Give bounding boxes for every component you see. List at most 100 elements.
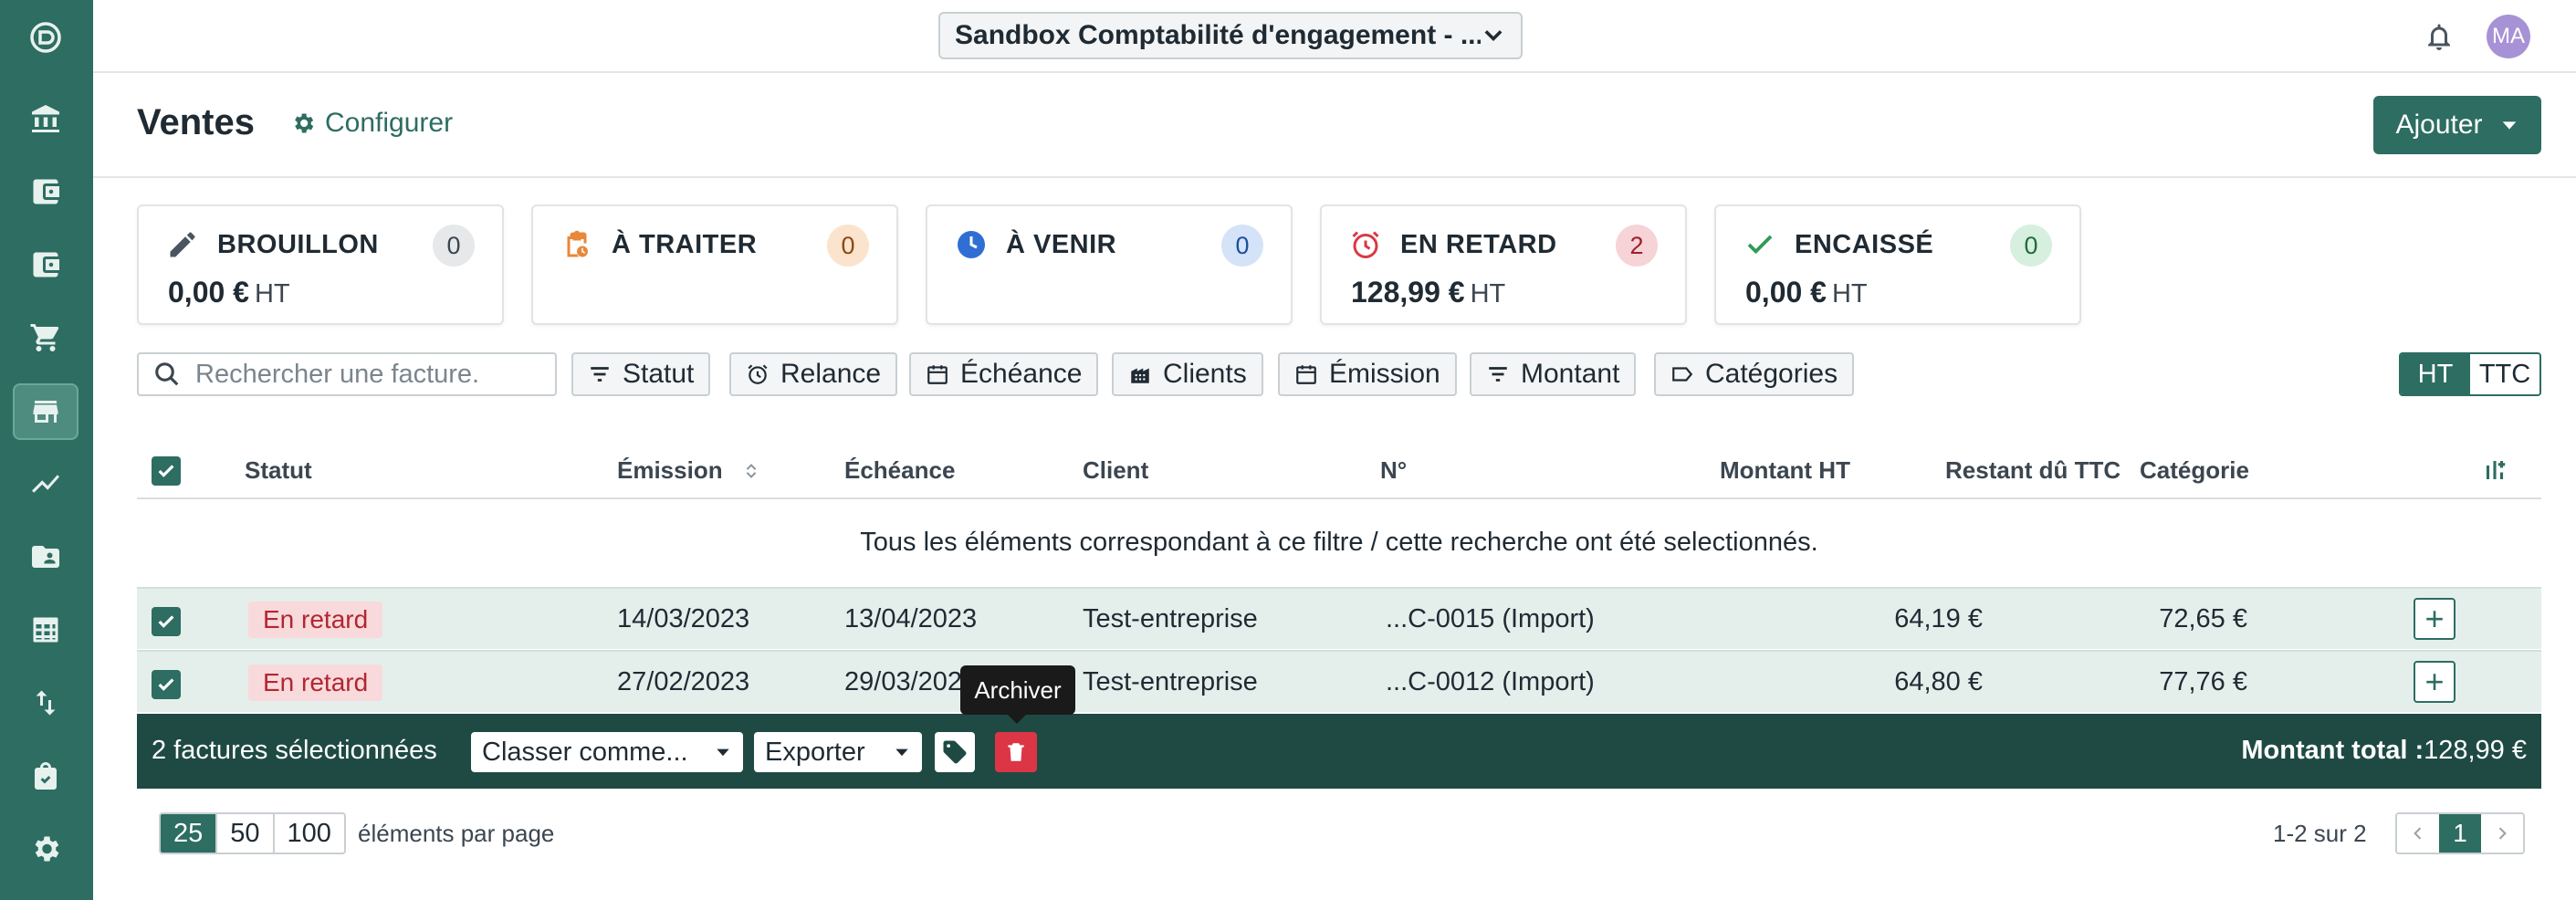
card-label: ENCAISSÉ [1795, 230, 1934, 259]
cell-client: Test-entreprise [1083, 667, 1258, 696]
filter-relance-label: Relance [780, 359, 882, 389]
filter-icon [591, 367, 609, 382]
cell-numero[interactable]: ...C-0012 (Import) [1386, 667, 1595, 697]
search-icon [155, 362, 179, 386]
chart-line-icon[interactable] [13, 455, 79, 512]
cell-restant-ttc: 77,76 € [2159, 667, 2247, 696]
card-a-venir[interactable]: À VENIR 0 [926, 204, 1293, 325]
page-size-50[interactable]: 50 [217, 814, 275, 853]
row-checkbox[interactable] [152, 670, 181, 699]
search-input[interactable] [195, 359, 542, 390]
tax-toggle[interactable]: HT TTC [2399, 352, 2541, 396]
checkmark-icon [158, 615, 174, 628]
filter-emission[interactable]: Émission [1278, 352, 1457, 396]
cell-montant-ht: 64,19 € [1894, 604, 1983, 633]
row-add-button[interactable]: + [2414, 661, 2456, 703]
select-all-checkbox[interactable] [152, 456, 181, 486]
caret-down-icon [2502, 121, 2516, 130]
card-count: 0 [2010, 225, 2052, 267]
cell-emission: 14/03/2023 [617, 604, 750, 633]
tag-button[interactable] [935, 732, 975, 772]
add-button[interactable]: Ajouter [2373, 96, 2541, 154]
company-select[interactable]: Sandbox Comptabilité d'engagement - ... [938, 12, 1523, 59]
cell-emission: 27/02/2023 [617, 667, 750, 696]
export-select[interactable]: Exporter [754, 732, 922, 772]
export-label: Exporter [765, 737, 865, 767]
prev-page-button[interactable] [2397, 814, 2439, 853]
card-label: EN RETARD [1400, 230, 1557, 259]
transfer-icon[interactable] [13, 675, 79, 731]
settings-icon[interactable] [13, 821, 79, 877]
folder-user-icon[interactable] [13, 528, 79, 585]
row-checkbox[interactable] [152, 607, 181, 636]
wallet-icon[interactable] [13, 163, 79, 220]
caret-down-icon [895, 748, 908, 757]
cell-numero[interactable]: ...C-0015 (Import) [1386, 604, 1595, 634]
filter-categories-label: Catégories [1705, 359, 1838, 389]
per-page-label: éléments par page [358, 820, 555, 847]
col-echeance: Échéance [844, 456, 956, 484]
table-row[interactable]: En retard 14/03/2023 13/04/2023 Test-ent… [137, 587, 2541, 649]
row-add-button[interactable]: + [2414, 598, 2456, 640]
bag-icon[interactable] [13, 748, 79, 804]
column-settings-icon[interactable] [2481, 456, 2508, 484]
search-box[interactable] [137, 352, 557, 396]
filter-montant-label: Montant [1521, 359, 1620, 389]
add-button-label: Ajouter [2395, 110, 2483, 140]
check-icon [1747, 235, 1773, 255]
next-page-button[interactable] [2481, 814, 2523, 853]
filter-statut[interactable]: Statut [571, 352, 711, 396]
filter-clients[interactable]: Clients [1112, 352, 1263, 396]
bell-icon[interactable] [2423, 18, 2456, 55]
configure-link[interactable]: Configurer [290, 108, 453, 139]
total-amount: Montant total :128,99 € [2241, 736, 2527, 766]
col-emission-label: Émission [617, 456, 723, 484]
card-amount-value: 128,99 € [1351, 276, 1465, 309]
tag-icon [1672, 367, 1693, 382]
filter-echeance[interactable]: Échéance [909, 352, 1099, 396]
toggle-ht[interactable]: HT [2401, 354, 2470, 394]
bank-icon[interactable] [13, 90, 79, 147]
alarm-icon [1352, 231, 1379, 258]
card-a-traiter[interactable]: À TRAITER 0 [531, 204, 898, 325]
filter-relance[interactable]: Relance [729, 352, 898, 396]
wallet-alt-icon[interactable] [13, 236, 79, 293]
archive-button[interactable] [995, 732, 1037, 772]
page-button-current[interactable]: 1 [2439, 814, 2481, 853]
table-row[interactable]: En retard 27/02/2023 29/03/2023 Test-ent… [137, 650, 2541, 712]
col-numero: N° [1380, 456, 1408, 484]
alarm-icon [748, 364, 768, 384]
cart-icon[interactable] [13, 309, 79, 366]
store-icon[interactable] [13, 383, 79, 440]
company-name: Sandbox Comptabilité d'engagement - ... [955, 20, 1481, 50]
col-emission[interactable]: Émission [617, 456, 761, 485]
classify-select[interactable]: Classer comme... [471, 732, 743, 772]
checkmark-icon [158, 678, 174, 691]
toggle-ttc[interactable]: TTC [2470, 354, 2539, 394]
card-en-retard[interactable]: EN RETARD 2 128,99 € HT [1320, 204, 1687, 325]
building-icon [1131, 368, 1149, 383]
pencil-icon [170, 232, 195, 257]
app-logo-icon[interactable] [13, 9, 79, 66]
page-size-selector[interactable]: 25 50 100 [159, 812, 346, 854]
filter-montant[interactable]: Montant [1470, 352, 1637, 396]
filter-categories[interactable]: Catégories [1654, 352, 1855, 396]
col-restant-ttc: Restant dû TTC [1945, 456, 2121, 484]
card-amount-suffix: HT [254, 279, 290, 309]
pager: 1 [2395, 812, 2525, 854]
header-divider [93, 176, 2576, 178]
classify-label: Classer comme... [482, 737, 688, 767]
page-size-100[interactable]: 100 [275, 814, 344, 853]
card-brouillon[interactable]: BROUILLON 0 0,00 € HT [137, 204, 504, 325]
filter-icon [1489, 367, 1507, 382]
page-size-25[interactable]: 25 [161, 814, 218, 853]
configure-label: Configurer [325, 108, 454, 138]
card-encaisse[interactable]: ENCAISSÉ 0 0,00 € HT [1714, 204, 2081, 325]
col-categorie: Catégorie [2140, 456, 2249, 484]
checkmark-icon [158, 465, 174, 477]
filter-echeance-label: Échéance [960, 359, 1083, 389]
card-amount-suffix: HT [1831, 279, 1868, 309]
table-icon[interactable] [13, 602, 79, 658]
avatar[interactable]: MA [2487, 15, 2530, 58]
page-range: 1-2 sur 2 [2273, 820, 2367, 847]
